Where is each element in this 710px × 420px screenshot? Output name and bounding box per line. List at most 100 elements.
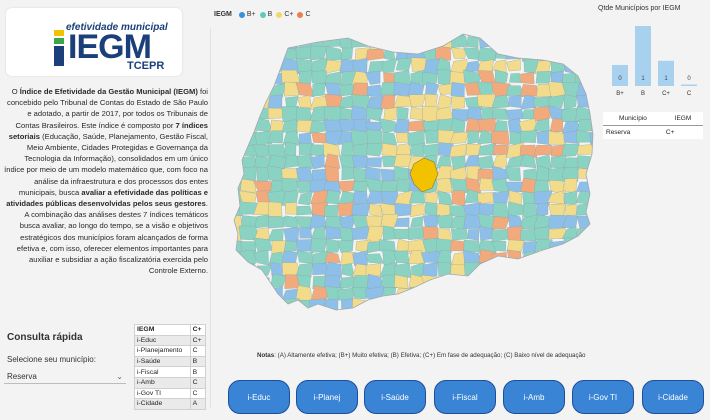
municipality-region[interactable] [351, 129, 370, 146]
municipality-region[interactable] [364, 24, 383, 39]
municipality-region[interactable] [536, 263, 552, 276]
municipality-region[interactable] [365, 309, 384, 325]
municipality-region[interactable] [271, 36, 284, 50]
municipality-region[interactable] [423, 313, 440, 325]
municipality-region[interactable] [578, 312, 593, 325]
municipality-region[interactable] [548, 48, 564, 61]
municipality-region[interactable] [420, 274, 440, 291]
municipality-region[interactable] [576, 181, 593, 194]
municipality-region[interactable] [225, 71, 245, 84]
municipality-region[interactable] [490, 36, 510, 50]
municipality-region[interactable] [592, 36, 600, 50]
municipality-region[interactable] [239, 70, 259, 85]
municipality-region[interactable] [591, 240, 600, 253]
municipality-region[interactable] [256, 59, 273, 74]
municipality-region[interactable] [435, 45, 452, 61]
municipality-region[interactable] [297, 191, 313, 206]
municipality-region[interactable] [323, 275, 342, 288]
municipality-region[interactable] [407, 120, 426, 132]
i-saude-button[interactable]: i-Saúde [364, 380, 426, 414]
municipality-region[interactable] [590, 252, 600, 267]
i-amb-button[interactable]: i-Amb [503, 380, 565, 414]
municipality-region[interactable] [563, 94, 578, 111]
municipality-region[interactable] [534, 145, 553, 156]
municipality-region[interactable] [548, 203, 567, 217]
municipality-region[interactable] [409, 94, 427, 108]
municipality-region[interactable] [383, 107, 398, 122]
municipality-region[interactable] [354, 312, 366, 326]
i-cidade-button[interactable]: i-Cidade [642, 380, 704, 414]
municipality-region[interactable] [296, 107, 313, 122]
municipality-region[interactable] [577, 58, 594, 72]
municipality-region[interactable] [535, 83, 552, 98]
municipality-region[interactable] [509, 287, 523, 301]
municipality-region[interactable] [491, 229, 511, 242]
municipality-region[interactable] [505, 297, 523, 314]
municipality-region[interactable] [534, 298, 551, 310]
municipality-select[interactable]: Reserva ⌄ [4, 369, 126, 384]
municipality-region[interactable] [394, 274, 409, 289]
municipality-region[interactable] [393, 119, 410, 133]
municipality-region[interactable] [562, 300, 580, 310]
municipality-region[interactable] [380, 168, 395, 182]
municipality-region[interactable] [589, 313, 600, 324]
municipality-region[interactable] [506, 34, 524, 50]
municipality-region[interactable] [253, 237, 273, 252]
municipality-region[interactable] [493, 24, 511, 37]
municipality-region[interactable] [589, 276, 600, 288]
municipality-region[interactable] [227, 274, 243, 288]
municipality-region[interactable] [341, 298, 353, 312]
municipality-region[interactable] [491, 274, 511, 289]
municipality-region[interactable] [450, 309, 466, 325]
municipality-region[interactable] [240, 263, 259, 277]
municipality-region[interactable] [451, 274, 466, 290]
municipality-region[interactable] [397, 299, 410, 312]
municipality-region[interactable] [239, 37, 258, 48]
municipality-region[interactable] [435, 24, 454, 36]
municipality-region[interactable] [227, 81, 243, 96]
municipality-region[interactable] [519, 36, 537, 49]
municipality-region[interactable] [481, 299, 495, 313]
municipality-region[interactable] [410, 216, 423, 228]
municipality-region[interactable] [591, 202, 600, 218]
municipality-region[interactable] [226, 143, 243, 156]
municipality-region[interactable] [254, 214, 270, 229]
municipality-region[interactable] [254, 227, 271, 240]
municipality-region[interactable] [267, 24, 285, 36]
municipality-region[interactable] [534, 226, 550, 242]
municipality-region[interactable] [467, 36, 479, 49]
municipality-region[interactable] [575, 264, 594, 276]
municipality-region[interactable] [563, 49, 580, 62]
municipality-region[interactable] [435, 177, 453, 193]
municipality-region[interactable] [256, 73, 273, 84]
municipality-region[interactable] [366, 142, 384, 157]
municipality-region[interactable] [436, 299, 455, 312]
municipality-region[interactable] [255, 84, 269, 96]
municipality-region[interactable] [533, 46, 552, 62]
municipality-region[interactable] [240, 312, 258, 326]
municipality-region[interactable] [311, 24, 328, 37]
municipality-region[interactable] [577, 250, 593, 264]
municipality-region[interactable] [576, 119, 593, 133]
municipality-region[interactable] [466, 311, 478, 325]
municipality-region[interactable] [409, 286, 423, 300]
municipality-region[interactable] [255, 96, 270, 110]
municipality-region[interactable] [227, 288, 244, 302]
municipality-region[interactable] [393, 250, 410, 264]
municipality-region[interactable] [365, 157, 382, 168]
municipality-region[interactable] [310, 238, 328, 254]
municipality-region[interactable] [450, 35, 469, 48]
municipality-region[interactable] [253, 24, 273, 39]
municipality-region[interactable] [381, 58, 398, 73]
municipality-region[interactable] [394, 36, 412, 47]
municipality-region[interactable] [324, 36, 342, 47]
municipality-region[interactable] [509, 73, 521, 83]
municipality-region[interactable] [576, 94, 594, 109]
municipality-region[interactable] [491, 130, 510, 145]
municipality-region[interactable] [228, 301, 245, 313]
municipality-region[interactable] [574, 47, 592, 63]
municipality-region[interactable] [284, 240, 297, 253]
municipality-region[interactable] [284, 202, 297, 215]
municipality-region[interactable] [409, 24, 423, 36]
municipality-region[interactable] [594, 288, 600, 302]
